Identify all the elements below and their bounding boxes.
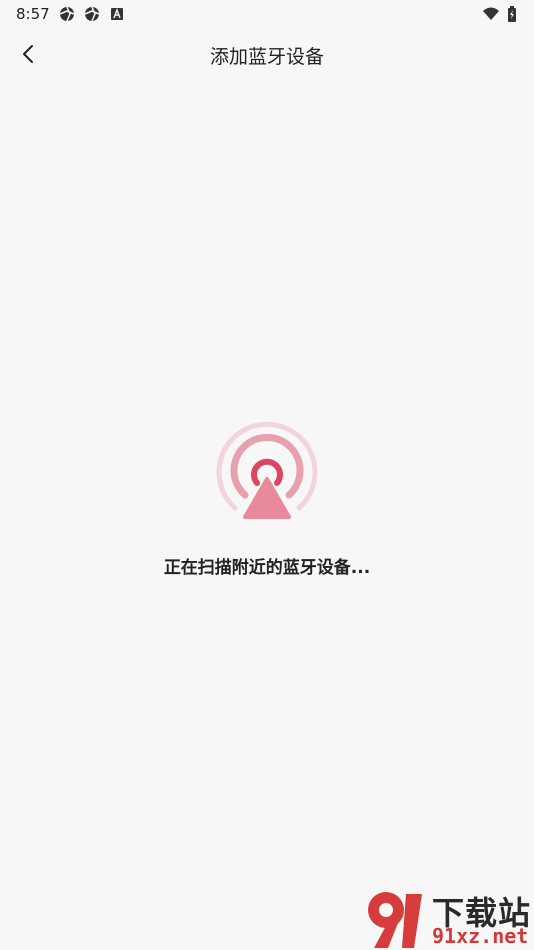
page-title: 添加蓝牙设备 (209, 46, 324, 68)
watermark-bottom-text: 91xz.net (432, 924, 529, 948)
aperture-icon (59, 6, 75, 22)
aperture-icon (84, 6, 100, 22)
header: 添加蓝牙设备 (0, 28, 534, 82)
status-time: 8:57 (16, 5, 50, 23)
watermark-91-logo-icon (368, 892, 422, 948)
wifi-icon (483, 7, 499, 20)
battery-charging-icon (508, 6, 516, 22)
font-a-icon (111, 8, 123, 20)
radar-broadcast-icon (216, 421, 318, 519)
watermark-logo: 下载站 91xz.net (362, 886, 534, 950)
status-bar: 8:57 (0, 0, 534, 28)
scan-status-text: 正在扫描附近的蓝牙设备... (163, 558, 371, 578)
